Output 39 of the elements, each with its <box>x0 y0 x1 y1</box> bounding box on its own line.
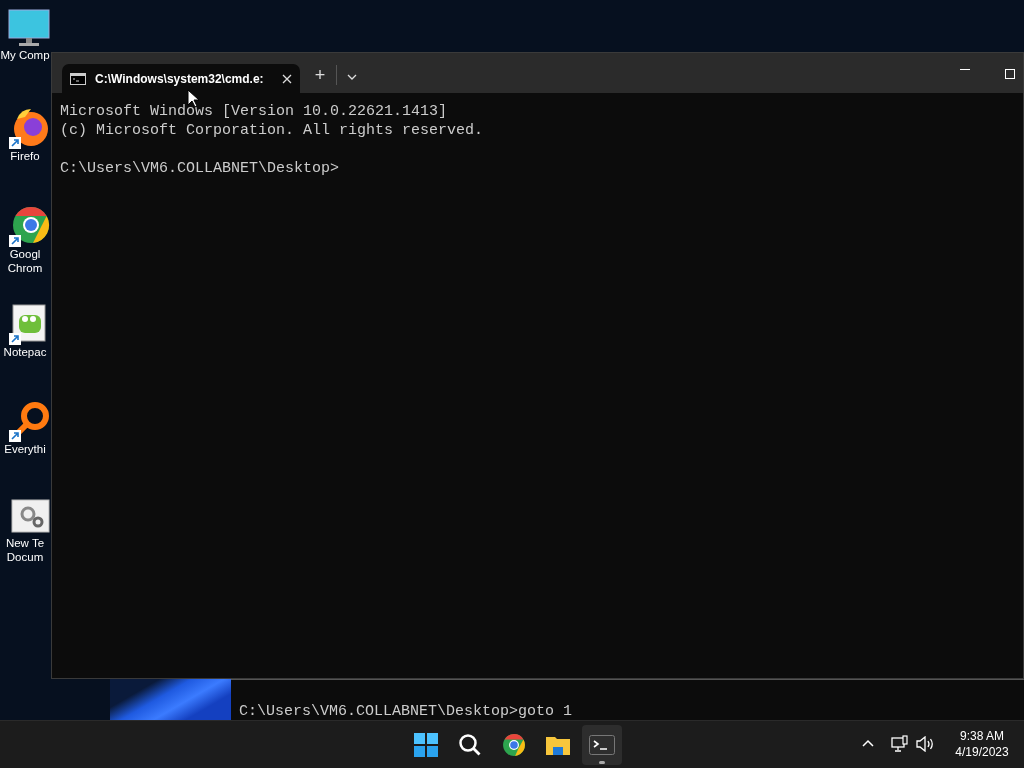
running-indicator <box>599 761 605 764</box>
maximize-icon[interactable] <box>1005 69 1015 79</box>
icon-label: Everythi <box>3 442 47 456</box>
console-line: Microsoft Windows [Version 10.0.22621.1413] <box>60 102 449 121</box>
terminal-tab[interactable]: C:\Windows\system32\cmd.e: <box>62 64 300 93</box>
console-line: C:\Users\VM6.COLLABNET\Desktop>goto 1 <box>239 702 574 721</box>
volume-icon[interactable] <box>915 736 935 752</box>
clock-time: 9:38 AM <box>960 728 1004 744</box>
console-line: (c) Microsoft Corporation. All rights reserved. <box>60 121 485 140</box>
windows-start-icon <box>414 733 438 757</box>
desktop-icon[interactable]: New Te Docum <box>0 496 50 564</box>
desktop-icon[interactable]: Notepac <box>0 301 50 359</box>
console-icon <box>70 72 86 85</box>
console-prompt: C:\Users\VM6.COLLABNET\Desktop> <box>60 159 341 178</box>
new-tab-button[interactable]: + <box>308 63 332 87</box>
clock-date: 4/19/2023 <box>955 744 1009 760</box>
taskbar-button[interactable] <box>582 725 622 765</box>
dropdown-caret-icon[interactable] <box>347 74 357 80</box>
desktop-icon[interactable]: Everythi <box>0 398 50 456</box>
search-icon <box>458 733 482 757</box>
folder-icon <box>545 734 571 756</box>
close-icon[interactable] <box>282 73 292 84</box>
icon-label: New Te Docum <box>4 536 46 564</box>
icon-label: My Comp <box>0 48 50 62</box>
desktop-icon[interactable]: My Comp <box>0 8 50 62</box>
network-icon[interactable] <box>891 735 909 753</box>
monitor-icon <box>7 8 51 48</box>
chevron-up-icon[interactable] <box>862 739 874 747</box>
tab-title: C:\Windows\system32\cmd.e: <box>95 70 265 88</box>
desktop-icon[interactable]: Googl Chrom <box>0 203 50 275</box>
clock[interactable]: 9:38 AM 4/19/2023 <box>944 728 1020 760</box>
minimize-icon[interactable] <box>960 69 970 71</box>
terminal-icon <box>589 735 615 755</box>
icon-label: Notepac <box>2 345 48 359</box>
icon-label: Googl Chrom <box>6 247 44 275</box>
chrome-icon <box>502 733 526 757</box>
desktop-icon[interactable]: Firefo <box>0 105 50 163</box>
icon-label: Firefo <box>9 149 41 163</box>
gears-file-icon <box>8 496 50 536</box>
